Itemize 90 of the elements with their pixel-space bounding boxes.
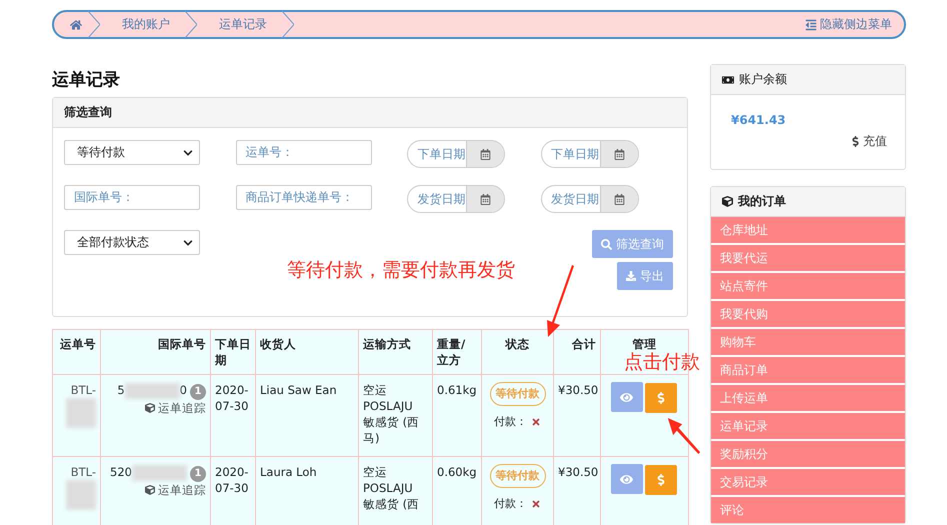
pay-button[interactable] — [644, 464, 676, 494]
table-cell: Liau Saw Ean — [256, 374, 358, 456]
date-field[interactable]: 发货日期 — [540, 185, 639, 213]
date-field[interactable]: 下单日期 — [540, 140, 639, 168]
annotation-text: 等待付款，需要付款再发货 — [287, 258, 515, 283]
status-badge: 等待付款 — [490, 382, 546, 406]
eye-icon — [620, 472, 633, 486]
view-button[interactable] — [610, 464, 642, 494]
table-cell: 5 — [117, 383, 125, 397]
date-field[interactable]: 下单日期 — [407, 140, 506, 168]
table-cell: ¥30.50 — [554, 374, 600, 456]
eye-icon — [620, 390, 633, 404]
input-field[interactable]: 国际单号： — [64, 185, 200, 210]
dropdown-select[interactable]: 全部付款状态 — [64, 230, 200, 255]
breadcrumb-link[interactable]: 运单记录 — [197, 12, 282, 37]
table-cell: 2020-07-30 — [210, 374, 256, 456]
menu-item[interactable]: 上传运单 — [711, 385, 905, 411]
chevron-separator — [185, 11, 197, 38]
search-icon — [601, 238, 612, 250]
dollar-icon — [850, 136, 861, 147]
search-button[interactable]: 筛选查询 — [592, 230, 673, 258]
menu-collapse-icon — [805, 18, 817, 30]
menu-item[interactable]: 站点寄件 — [711, 273, 905, 299]
cube-icon — [145, 485, 155, 495]
tracking-link[interactable]: 运单追踪 — [145, 400, 206, 416]
menu-item[interactable]: 购物车 — [711, 329, 905, 355]
paid-label: 付款： — [494, 496, 527, 512]
column-header: 运单号 — [52, 330, 100, 374]
chevron-icon — [183, 238, 193, 248]
calendar-icon — [614, 148, 625, 160]
count-badge: 1 — [190, 384, 206, 400]
card-title: 账户余额 — [711, 65, 905, 95]
pay-button[interactable] — [644, 382, 676, 412]
column-header: 下单日期 — [210, 330, 256, 374]
input-field[interactable]: 商品订单快递单号： — [236, 185, 372, 210]
annotation-text: 点击付款 — [624, 352, 700, 372]
column-header: 重量/立方 — [432, 330, 482, 374]
recharge-link[interactable]: 充值 — [711, 127, 905, 169]
card-title: 我的订单 — [711, 187, 905, 217]
chevron-separator — [88, 11, 100, 38]
dollar-icon — [654, 474, 666, 486]
hide-sidebar-link[interactable]: 隐藏侧边菜单 — [805, 16, 892, 33]
column-header: 运输方式 — [358, 330, 432, 374]
menu-item[interactable]: 运单记录 — [711, 413, 905, 439]
column-header: 收货人 — [256, 330, 358, 374]
tracking-link[interactable]: 运单追踪 — [145, 482, 206, 498]
blurred-text — [66, 398, 96, 428]
cube-icon — [145, 403, 155, 413]
count-badge: 1 — [190, 466, 206, 482]
blurred-text — [124, 382, 180, 399]
panel-title: 筛选查询 — [53, 98, 687, 128]
menu-item[interactable]: 交易记录 — [711, 469, 905, 495]
table-cell: 0.61kg — [432, 374, 482, 456]
chevron-separator — [282, 11, 294, 38]
home-icon[interactable] — [70, 18, 82, 30]
menu-item[interactable]: 评论 — [711, 497, 905, 523]
column-header: 国际单号 — [100, 330, 210, 374]
date-field[interactable]: 发货日期 — [407, 185, 506, 213]
table-cell: 0 — [180, 383, 187, 397]
table-cell: BTL- — [52, 456, 100, 525]
balance-amount: ¥641.43 — [730, 112, 787, 127]
annotation-arrow — [666, 418, 702, 454]
column-header: 合计 — [554, 330, 600, 374]
calendar-icon — [480, 194, 492, 204]
menu-item[interactable]: 我要代购 — [711, 301, 905, 327]
blurred-text — [132, 464, 187, 481]
view-button[interactable] — [610, 382, 642, 412]
download-icon — [626, 271, 636, 281]
cube-icon — [722, 196, 733, 207]
export-button[interactable]: 导出 — [617, 262, 673, 290]
table-cell: 520 — [110, 465, 132, 479]
paid-label: 付款： — [494, 414, 527, 430]
menu-item[interactable]: 仓库地址 — [711, 217, 905, 243]
chevron-icon — [183, 148, 193, 158]
input-field[interactable]: 运单号： — [236, 140, 372, 165]
menu-item[interactable]: 奖励积分 — [711, 441, 905, 467]
page-title: 运单记录 — [52, 69, 121, 91]
calendar-icon — [614, 194, 625, 204]
status-badge: 等待付款 — [490, 464, 546, 488]
table-cell: 空运 POSLAJU 敏感货 (西马) — [358, 374, 432, 456]
breadcrumb-link[interactable]: 我的账户 — [100, 12, 185, 37]
annotation-arrow — [546, 265, 574, 337]
table-cell: BTL- — [52, 374, 100, 456]
dollar-icon — [654, 392, 666, 404]
menu-item[interactable]: 商品订单 — [711, 357, 905, 383]
banknote-icon — [722, 74, 734, 86]
blurred-text — [66, 480, 96, 510]
menu-item[interactable]: 我要代运 — [711, 245, 905, 271]
dropdown-select[interactable]: 等待付款 — [64, 140, 200, 165]
calendar-icon — [480, 148, 492, 160]
